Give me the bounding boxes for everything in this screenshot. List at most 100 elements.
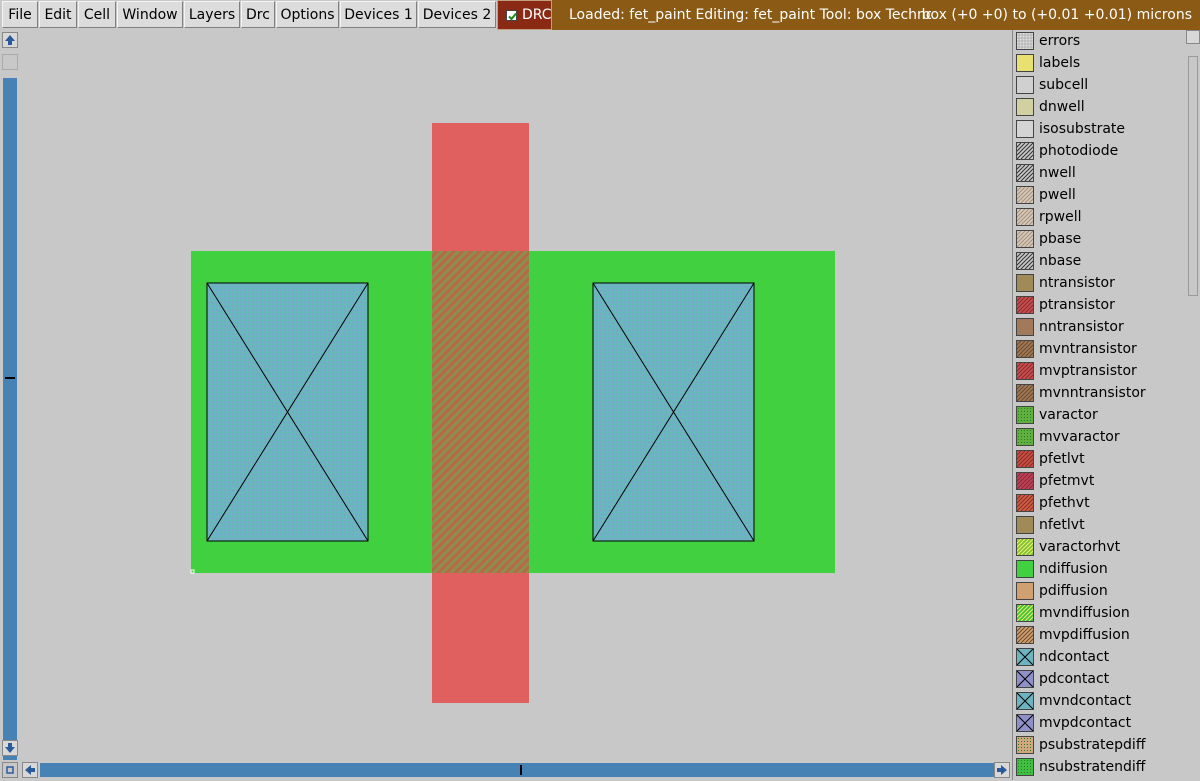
layer-swatch-icon[interactable] [1016,670,1034,688]
layer-swatch-icon[interactable] [1016,54,1034,72]
layer-item-pbase[interactable]: pbase [1015,228,1185,250]
layer-item-varactor[interactable]: varactor [1015,404,1185,426]
layer-swatch-icon[interactable] [1016,604,1034,622]
layer-swatch-icon[interactable] [1016,582,1034,600]
scroll-up-button[interactable] [2,32,18,48]
layer-swatch-icon[interactable] [1016,736,1034,754]
layout-canvas[interactable] [20,30,1012,760]
layer-swatch-icon[interactable] [1016,692,1034,710]
layer-swatch-icon[interactable] [1016,450,1034,468]
layer-swatch-icon[interactable] [1016,252,1034,270]
scroll-page-button[interactable] [2,54,18,70]
layer-swatch-icon[interactable] [1016,230,1034,248]
vertical-scrollbar[interactable] [0,30,20,770]
layer-swatch-icon[interactable] [1016,362,1034,380]
ndcontact-right[interactable] [592,282,755,542]
poly-top[interactable] [432,123,529,251]
layer-item-ntransistor[interactable]: ntransistor [1015,272,1185,294]
scroll-down-button[interactable] [2,740,18,756]
poly-bottom[interactable] [432,573,529,703]
scroll-right-button[interactable] [994,762,1010,778]
layer-item-errors[interactable]: errors [1015,30,1185,52]
layer-swatch-icon[interactable] [1016,164,1034,182]
menu-drc[interactable]: Drc [241,1,275,28]
zoom-box-button[interactable] [2,762,18,778]
menu-window[interactable]: Window [117,1,183,28]
menu-file[interactable]: File [2,1,38,28]
layer-swatch-icon[interactable] [1016,142,1034,160]
layer-swatch-icon[interactable] [1016,494,1034,512]
layer-item-nwell[interactable]: nwell [1015,162,1185,184]
layer-item-nntransistor[interactable]: nntransistor [1015,316,1185,338]
transistor-gate[interactable] [432,251,529,573]
layer-item-pfethvt[interactable]: pfethvt [1015,492,1185,514]
layer-panel-scrollbar[interactable] [1186,30,1200,780]
layer-swatch-icon[interactable] [1016,648,1034,666]
layer-swatch-icon[interactable] [1016,384,1034,402]
layer-item-ndcontact[interactable]: ndcontact [1015,646,1185,668]
layer-item-labels[interactable]: labels [1015,52,1185,74]
layer-item-pdcontact[interactable]: pdcontact [1015,668,1185,690]
layer-swatch-icon[interactable] [1016,714,1034,732]
menu-options[interactable]: Options [276,1,339,28]
layer-swatch-icon[interactable] [1016,428,1034,446]
layer-item-varactorhvt[interactable]: varactorhvt [1015,536,1185,558]
layer-item-pwell[interactable]: pwell [1015,184,1185,206]
layer-item-pfetlvt[interactable]: pfetlvt [1015,448,1185,470]
layer-swatch-icon[interactable] [1016,318,1034,336]
drc-toggle[interactable]: DRC [497,0,552,30]
layer-swatch-icon[interactable] [1016,340,1034,358]
layer-item-ptransistor[interactable]: ptransistor [1015,294,1185,316]
layer-swatch-icon[interactable] [1016,32,1034,50]
menu-devices-1[interactable]: Devices 1 [340,1,417,28]
layer-item-pdiffusion[interactable]: pdiffusion [1015,580,1185,602]
layer-item-dnwell[interactable]: dnwell [1015,96,1185,118]
layer-item-mvndiffusion[interactable]: mvndiffusion [1015,602,1185,624]
layer-swatch-icon[interactable] [1016,472,1034,490]
horizontal-scroll-track[interactable] [40,763,994,777]
layer-item-nbase[interactable]: nbase [1015,250,1185,272]
layer-item-mvpdiffusion[interactable]: mvpdiffusion [1015,624,1185,646]
menu-devices-2[interactable]: Devices 2 [418,1,496,28]
drc-checkbox[interactable] [506,10,517,21]
layer-swatch-icon[interactable] [1016,296,1034,314]
layer-swatch-icon[interactable] [1016,120,1034,138]
layer-item-mvndcontact[interactable]: mvndcontact [1015,690,1185,712]
layer-swatch-icon[interactable] [1016,274,1034,292]
layer-item-pfetmvt[interactable]: pfetmvt [1015,470,1185,492]
menu-layers[interactable]: Layers [184,1,240,28]
ndcontact-left[interactable] [206,282,369,542]
menu-edit[interactable]: Edit [39,1,77,28]
layer-item-rpwell[interactable]: rpwell [1015,206,1185,228]
layer-item-photodiode[interactable]: photodiode [1015,140,1185,162]
layer-item-mvnntransistor[interactable]: mvnntransistor [1015,382,1185,404]
vertical-scroll-track[interactable] [3,78,17,770]
menu-cell[interactable]: Cell [78,1,116,28]
layer-swatch-icon[interactable] [1016,516,1034,534]
layer-item-isosubstrate[interactable]: isosubstrate [1015,118,1185,140]
scroll-left-button[interactable] [22,762,38,778]
layer-item-nfetlvt[interactable]: nfetlvt [1015,514,1185,536]
layer-swatch-icon[interactable] [1016,186,1034,204]
layer-item-ndiffusion[interactable]: ndiffusion [1015,558,1185,580]
layer-swatch-icon[interactable] [1016,406,1034,424]
layer-swatch-icon[interactable] [1016,758,1034,776]
layer-swatch-icon[interactable] [1016,208,1034,226]
layer-swatch-icon[interactable] [1016,626,1034,644]
layer-item-mvpdcontact[interactable]: mvpdcontact [1015,712,1185,734]
horizontal-scrollbar[interactable] [0,760,1012,780]
layer-scroll-thumb[interactable] [1188,56,1198,296]
layer-swatch-icon[interactable] [1016,538,1034,556]
layer-item-subcell[interactable]: subcell [1015,74,1185,96]
layer-item-mvntransistor[interactable]: mvntransistor [1015,338,1185,360]
layer-swatch-icon[interactable] [1016,560,1034,578]
layer-item-mvvaractor[interactable]: mvvaractor [1015,426,1185,448]
layer-swatch-icon[interactable] [1016,76,1034,94]
layer-name: varactorhvt [1039,539,1121,555]
layer-item-psubstratepdiff[interactable]: psubstratepdiff [1015,734,1185,756]
layer-swatch-icon[interactable] [1016,98,1034,116]
layer-item-nsubstratendiff[interactable]: nsubstratendiff [1015,756,1185,778]
layer-item-mvptransistor[interactable]: mvptransistor [1015,360,1185,382]
layer-scroll-up-button[interactable] [1186,30,1200,44]
layout-drawing[interactable] [20,30,1012,760]
